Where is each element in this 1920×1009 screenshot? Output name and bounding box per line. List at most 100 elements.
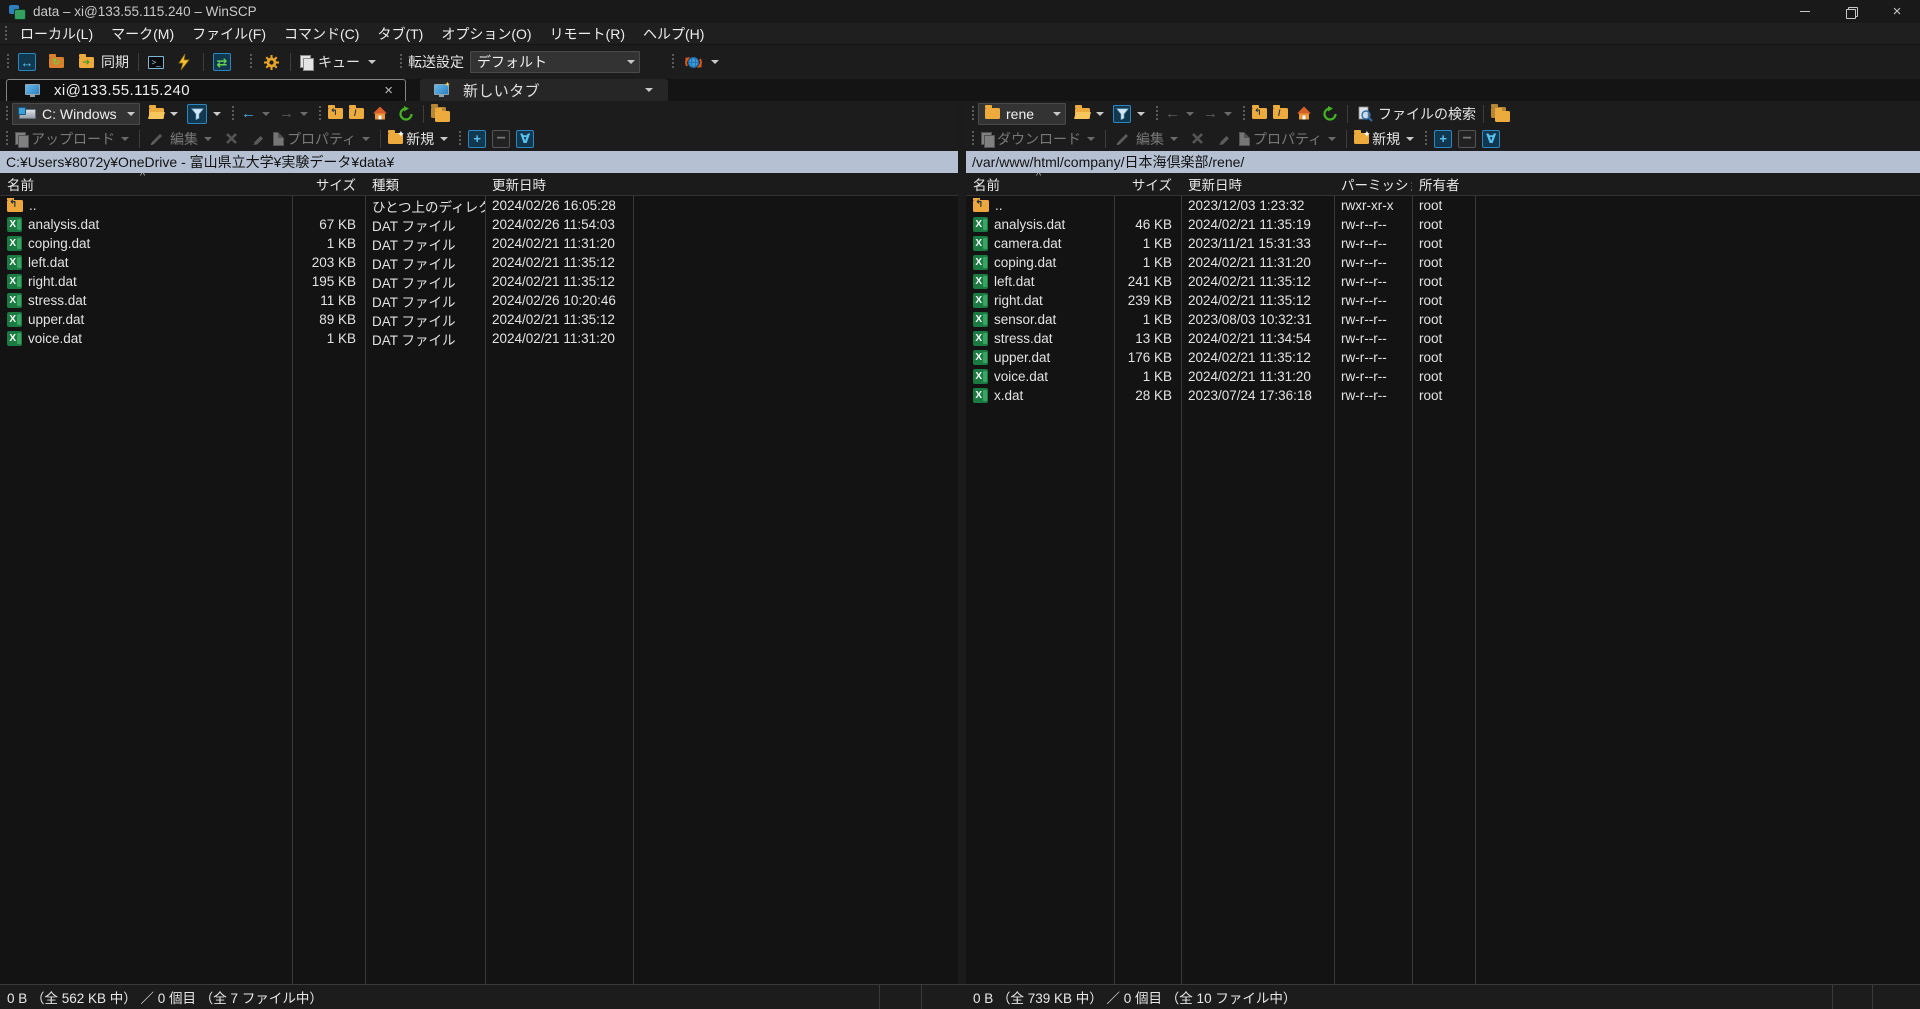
terminal-button[interactable]: >_ — [143, 49, 169, 75]
remote-open-directory-button[interactable] — [1072, 103, 1110, 125]
local-path-bar[interactable]: C:¥Users¥8072y¥OneDrive - 富山県立大学¥実験データ¥d… — [0, 151, 958, 173]
menu-item[interactable]: マーク(M) — [102, 23, 183, 45]
file-row[interactable]: Xleft.dat203 KBDAT ファイル2024/02/21 11:35:… — [0, 253, 958, 272]
local-home-directory-button[interactable] — [367, 103, 393, 125]
remote-forward-button[interactable]: → — [1200, 103, 1238, 125]
file-row[interactable]: Xright.dat195 KBDAT ファイル2024/02/21 11:35… — [0, 272, 958, 291]
local-directory-tree-button[interactable] — [428, 103, 452, 125]
restore-button[interactable] — [1828, 0, 1874, 23]
remote-edit-dropdown-icon[interactable] — [1170, 137, 1178, 141]
menu-item[interactable]: ファイル(F) — [183, 23, 275, 45]
queue-button[interactable]: キュー — [295, 49, 384, 75]
menu-item[interactable]: リモート(R) — [541, 23, 634, 45]
file-row[interactable]: Xstress.dat13 KB2024/02/21 11:34:54rw-r-… — [966, 329, 1920, 348]
remote-directory-dropdown-icon[interactable] — [1053, 112, 1061, 116]
queue-dropdown-icon[interactable] — [368, 60, 376, 64]
find-files-button[interactable]: ファイルの検索 — [1352, 103, 1479, 125]
new-session-dropdown-icon[interactable] — [711, 60, 719, 64]
local-drive-combobox[interactable]: C: Windows — [12, 103, 140, 125]
file-row[interactable]: Xupper.dat89 KBDAT ファイル2024/02/21 11:35:… — [0, 310, 958, 329]
filter-dropdown-icon[interactable] — [213, 112, 221, 116]
remote-delete-button[interactable] — [1184, 128, 1210, 150]
open-directory-dropdown-icon[interactable] — [170, 112, 178, 116]
local-rename-button[interactable] — [244, 128, 270, 150]
remote-back-button[interactable]: ← — [1162, 103, 1200, 125]
preferences-button[interactable] — [256, 49, 286, 75]
file-row[interactable]: Xvoice.dat1 KB2024/02/21 11:31:20rw-r--r… — [966, 367, 1920, 386]
local-new-dropdown-icon[interactable] — [440, 137, 448, 141]
file-row[interactable]: Xvoice.dat1 KBDAT ファイル2024/02/21 11:31:2… — [0, 329, 958, 348]
download-button[interactable]: ダウンロード — [978, 128, 1101, 150]
remote-root-directory-button[interactable]: / — [1270, 103, 1291, 125]
remote-select-add-button[interactable]: + — [1431, 128, 1455, 150]
local-properties-dropdown-icon[interactable] — [362, 137, 370, 141]
remote-invert-selection-button[interactable]: ∀ — [1479, 128, 1503, 150]
local-back-button[interactable]: ← — [238, 103, 276, 125]
new-session-button[interactable] — [678, 49, 727, 75]
remote-directory-tree-button[interactable] — [1488, 103, 1512, 125]
remote-directory-combobox[interactable]: rene — [978, 103, 1066, 125]
column-header-0[interactable]: 名前 — [0, 174, 292, 194]
tab-new-session[interactable]: 新しいタブ — [420, 79, 668, 101]
local-invert-selection-button[interactable]: ∀ — [513, 128, 537, 150]
file-row[interactable]: Xright.dat239 KB2024/02/21 11:35:12rw-r-… — [966, 291, 1920, 310]
synchronize-button[interactable]: ➔ 同期 — [71, 49, 134, 75]
file-row[interactable]: Xcoping.dat1 KB2024/02/21 11:31:20rw-r--… — [966, 253, 1920, 272]
remote-filter-button[interactable] — [1110, 103, 1151, 125]
file-row[interactable]: Xanalysis.dat67 KBDAT ファイル2024/02/26 11:… — [0, 215, 958, 234]
column-header-2[interactable]: 更新日時 — [1181, 174, 1334, 194]
upload-button[interactable]: アップロード — [12, 128, 135, 150]
remote-path-bar[interactable]: /var/www/html/company/日本海倶楽部/rene/ — [966, 151, 1920, 173]
local-filter-button[interactable] — [184, 103, 227, 125]
remote-forward-dropdown-icon[interactable] — [1224, 112, 1232, 116]
forward-dropdown-icon[interactable] — [300, 112, 308, 116]
file-row[interactable]: Xstress.dat11 KBDAT ファイル2024/02/26 10:20… — [0, 291, 958, 310]
remote-home-directory-button[interactable] — [1291, 103, 1317, 125]
local-delete-button[interactable] — [218, 128, 244, 150]
local-edit-button[interactable]: 編集 — [144, 128, 218, 150]
transfer-preset-dropdown-icon[interactable] — [627, 60, 635, 64]
local-refresh-button[interactable] — [393, 103, 419, 125]
local-parent-directory-button[interactable]: ↰ — [325, 103, 346, 125]
local-new-button[interactable]: ✦ 新規 — [385, 128, 454, 150]
column-header-1[interactable]: サイズ — [1114, 174, 1181, 194]
remote-filter-dropdown-icon[interactable] — [1137, 112, 1145, 116]
panel-layout-button[interactable]: ↔ — [13, 49, 41, 75]
remote-open-directory-dropdown-icon[interactable] — [1096, 112, 1104, 116]
new-tab-dropdown-icon[interactable] — [645, 88, 653, 92]
close-button[interactable]: × — [1874, 0, 1920, 23]
file-row[interactable]: Xupper.dat176 KB2024/02/21 11:35:12rw-r-… — [966, 348, 1920, 367]
local-properties-button[interactable]: プロパティ — [270, 128, 376, 150]
panel-splitter[interactable] — [958, 101, 966, 984]
column-header-1[interactable]: サイズ — [292, 174, 365, 194]
local-select-add-button[interactable]: + — [465, 128, 489, 150]
local-edit-dropdown-icon[interactable] — [204, 137, 212, 141]
tab-close-icon[interactable]: × — [384, 82, 393, 99]
remote-new-dropdown-icon[interactable] — [1406, 137, 1414, 141]
remote-parent-directory-button[interactable]: ↰ — [1249, 103, 1270, 125]
sync-browsing-button[interactable]: ↻ — [41, 49, 71, 75]
file-row[interactable]: Xleft.dat241 KB2024/02/21 11:35:12rw-r--… — [966, 272, 1920, 291]
remote-edit-button[interactable]: 編集 — [1110, 128, 1184, 150]
file-row[interactable]: Xcoping.dat1 KBDAT ファイル2024/02/21 11:31:… — [0, 234, 958, 253]
menu-item[interactable]: コマンド(C) — [275, 23, 368, 45]
remote-refresh-button[interactable] — [1317, 103, 1343, 125]
local-drive-dropdown-icon[interactable] — [127, 112, 135, 116]
remote-properties-dropdown-icon[interactable] — [1328, 137, 1336, 141]
console-button[interactable] — [169, 49, 199, 75]
transfer-preset-combobox[interactable]: デフォルト — [470, 51, 640, 73]
menu-item[interactable]: ヘルプ(H) — [634, 23, 713, 45]
file-row[interactable]: ↰..2023/12/03 1:23:32rwxr-xr-xroot — [966, 196, 1920, 215]
minimize-button[interactable] — [1782, 0, 1828, 23]
local-open-directory-button[interactable] — [146, 103, 184, 125]
local-root-directory-button[interactable]: / — [346, 103, 367, 125]
remote-rename-button[interactable] — [1210, 128, 1236, 150]
file-row[interactable]: Xanalysis.dat46 KB2024/02/21 11:35:19rw-… — [966, 215, 1920, 234]
remote-new-button[interactable]: ✦ 新規 — [1351, 128, 1420, 150]
upload-dropdown-icon[interactable] — [121, 137, 129, 141]
download-dropdown-icon[interactable] — [1087, 137, 1095, 141]
tab-session[interactable]: xi@133.55.115.240 × — [6, 79, 406, 101]
back-dropdown-icon[interactable] — [262, 112, 270, 116]
local-select-remove-button[interactable]: − — [489, 128, 513, 150]
file-row[interactable]: Xx.dat28 KB2023/07/24 17:36:18rw-r--r--r… — [966, 386, 1920, 405]
